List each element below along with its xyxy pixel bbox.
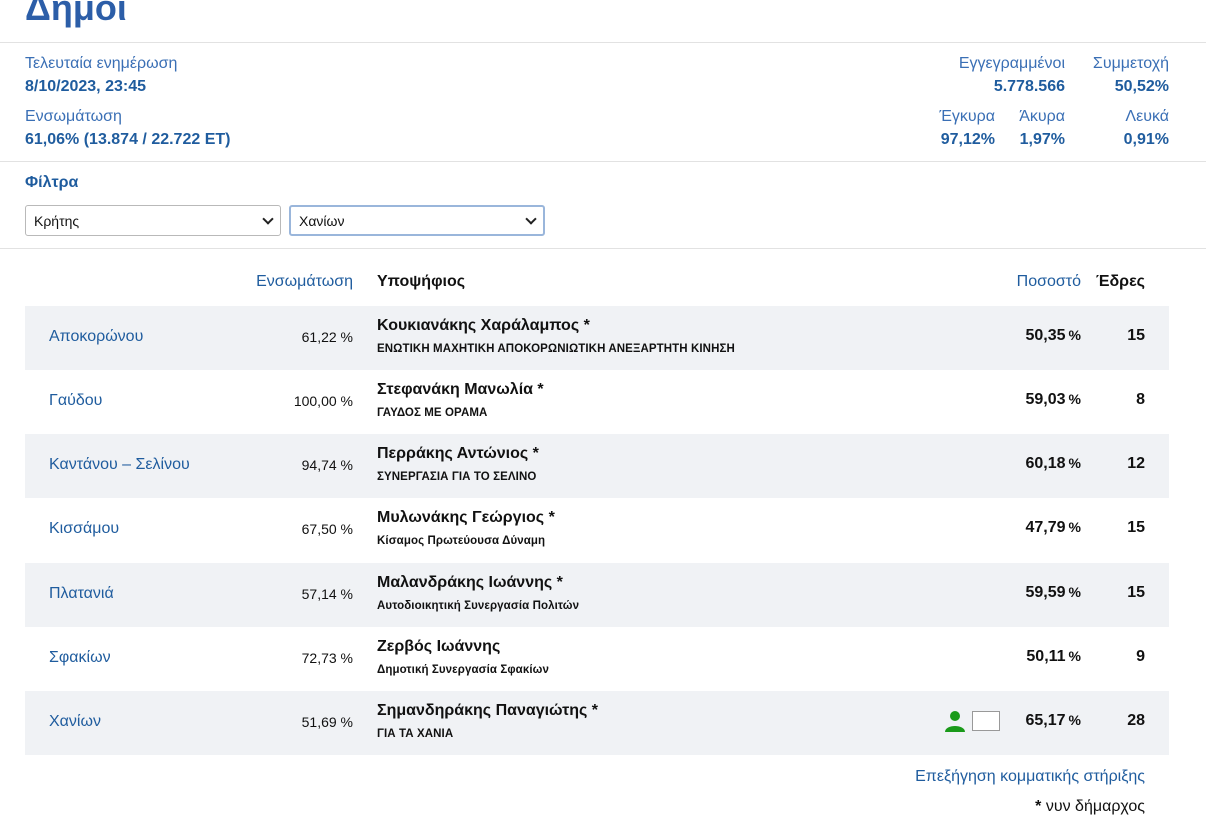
table-row: Χανίων 51,69 % Σημανδηράκης Παναγιώτης *… [25,691,1169,755]
percentage-cell: 60,18% [1025,455,1082,472]
table-row: Σφακίων 72,73 % Ζερβός Ιωάννης Δημοτική … [25,627,1169,691]
chevron-down-icon [525,212,537,225]
party-color-swatch [972,711,1000,731]
table-row: Γαύδου 100,00 % Στεφανάκη Μανωλία * ΓΑΥΔ… [25,370,1169,434]
percentage-cell: 59,03% [1025,391,1082,408]
party-name: ΓΑΥΔΟΣ ΜΕ ΟΡΑΜΑ [377,407,488,419]
party-name: Κίσαμος Πρωτεύουσα Δύναμη [377,535,546,547]
page-title: Δήμοι [25,0,127,28]
municipality-link[interactable]: Πλατανιά [49,585,114,603]
filters-title: Φίλτρα [25,174,79,191]
registered-label: Εγγεγραμμένοι [958,55,1065,72]
last-update-label: Τελευταία ενημέρωση [25,55,178,72]
region-select-value: Κρήτης [34,212,80,229]
seats-cell: 8 [1136,391,1145,408]
seats-cell: 9 [1136,648,1145,665]
integration-value: 61,06% (13.874 / 22.722 ΕΤ) [25,131,231,148]
percentage-cell: 65,17% [1025,712,1082,729]
candidate-name: Κουκιανάκης Χαράλαμπος * [377,317,590,334]
percentage-cell: 50,35% [1025,327,1082,344]
party-name: ΣΥΝΕΡΓΑΣΙΑ ΓΙΑ ΤΟ ΣΕΛΙΝΟ [377,471,537,483]
table-row: Κισσάμου 67,50 % Μυλωνάκης Γεώργιος * Κί… [25,498,1169,562]
sort-integration-header[interactable]: Ενσωμάτωση [256,273,353,291]
divider [0,248,1206,249]
seats-cell: 28 [1127,712,1145,729]
unit-select-value: Χανίων [299,212,345,229]
integration-cell: 67,50 % [301,521,353,537]
table-row: Αποκορώνου 61,22 % Κουκιανάκης Χαράλαμπο… [25,306,1169,370]
table-row: Καντάνου – Σελίνου 94,74 % Περράκης Αντώ… [25,434,1169,498]
party-name: Δημοτική Συνεργασία Σφακίων [377,664,549,676]
party-support [943,709,1000,733]
percentage-cell: 47,79% [1025,519,1082,536]
blank-label: Λευκά [1125,108,1169,125]
seats-cell: 15 [1127,584,1145,601]
integration-cell: 51,69 % [301,714,353,730]
municipality-link[interactable]: Αποκορώνου [49,328,143,346]
party-name: ΓΙΑ ΤΑ ΧΑΝΙΑ [377,728,454,740]
municipality-link[interactable]: Σφακίων [49,649,111,667]
percentage-cell: 50,11% [1026,648,1081,665]
divider [0,42,1206,43]
candidate-name: Στεφανάκη Μανωλία * [377,381,544,398]
integration-cell: 61,22 % [301,329,353,345]
party-name: Αυτοδιοικητική Συνεργασία Πολιτών [377,600,580,612]
candidate-header: Υποψήφιος [377,273,466,290]
municipality-link[interactable]: Γαύδου [49,392,102,410]
region-select[interactable]: Κρήτης [25,205,281,236]
candidate-name: Μυλωνάκης Γεώργιος * [377,509,555,526]
seats-cell: 12 [1127,455,1145,472]
person-icon [945,711,965,732]
last-update-value: 8/10/2023, 23:45 [25,78,146,95]
candidate-name: Μαλανδράκης Ιωάννης * [377,574,563,591]
candidate-name: Σημανδηράκης Παναγιώτης * [377,702,599,719]
valid-value: 97,12% [940,131,995,148]
blank-value: 0,91% [1123,131,1169,148]
integration-cell: 100,00 % [293,393,353,409]
candidate-name: Περράκης Αντώνιος * [377,445,539,462]
divider [0,161,1206,162]
party-name: ΕΝΩΤΙΚΗ ΜΑΧΗΤΙΚΗ ΑΠΟΚΟΡΩΝΙΩΤΙΚΗ ΑΝΕΞΑΡΤΗ… [377,343,735,355]
integration-cell: 94,74 % [301,457,353,473]
integration-label: Ενσωμάτωση [25,108,122,125]
turnout-label: Συμμετοχή [1092,55,1169,72]
unit-select[interactable]: Χανίων [289,205,545,236]
invalid-value: 1,97% [1019,131,1065,148]
party-support-explanation-link[interactable]: Επεξήγηση κομματικής στήριξης [915,768,1145,786]
integration-cell: 72,73 % [301,650,353,666]
seats-header: Έδρες [1095,273,1145,290]
sort-percentage-header[interactable]: Ποσοστό [1017,273,1081,291]
seats-cell: 15 [1127,327,1145,344]
registered-value: 5.778.566 [993,78,1065,95]
candidate-name: Ζερβός Ιωάννης [377,638,501,655]
seats-cell: 15 [1127,519,1145,536]
chevron-down-icon [262,212,274,225]
invalid-label: Άκυρα [1019,108,1065,125]
municipality-link[interactable]: Κισσάμου [49,520,119,538]
percentage-cell: 59,59% [1025,584,1082,601]
incumbent-note: * νυν δήμαρχος [1035,798,1145,815]
table-row: Πλατανιά 57,14 % Μαλανδράκης Ιωάννης * Α… [25,563,1169,627]
valid-label: Έγκυρα [939,108,995,125]
municipality-link[interactable]: Καντάνου – Σελίνου [49,456,190,474]
turnout-value: 50,52% [1114,78,1169,95]
municipality-link[interactable]: Χανίων [49,713,101,731]
integration-cell: 57,14 % [301,586,353,602]
